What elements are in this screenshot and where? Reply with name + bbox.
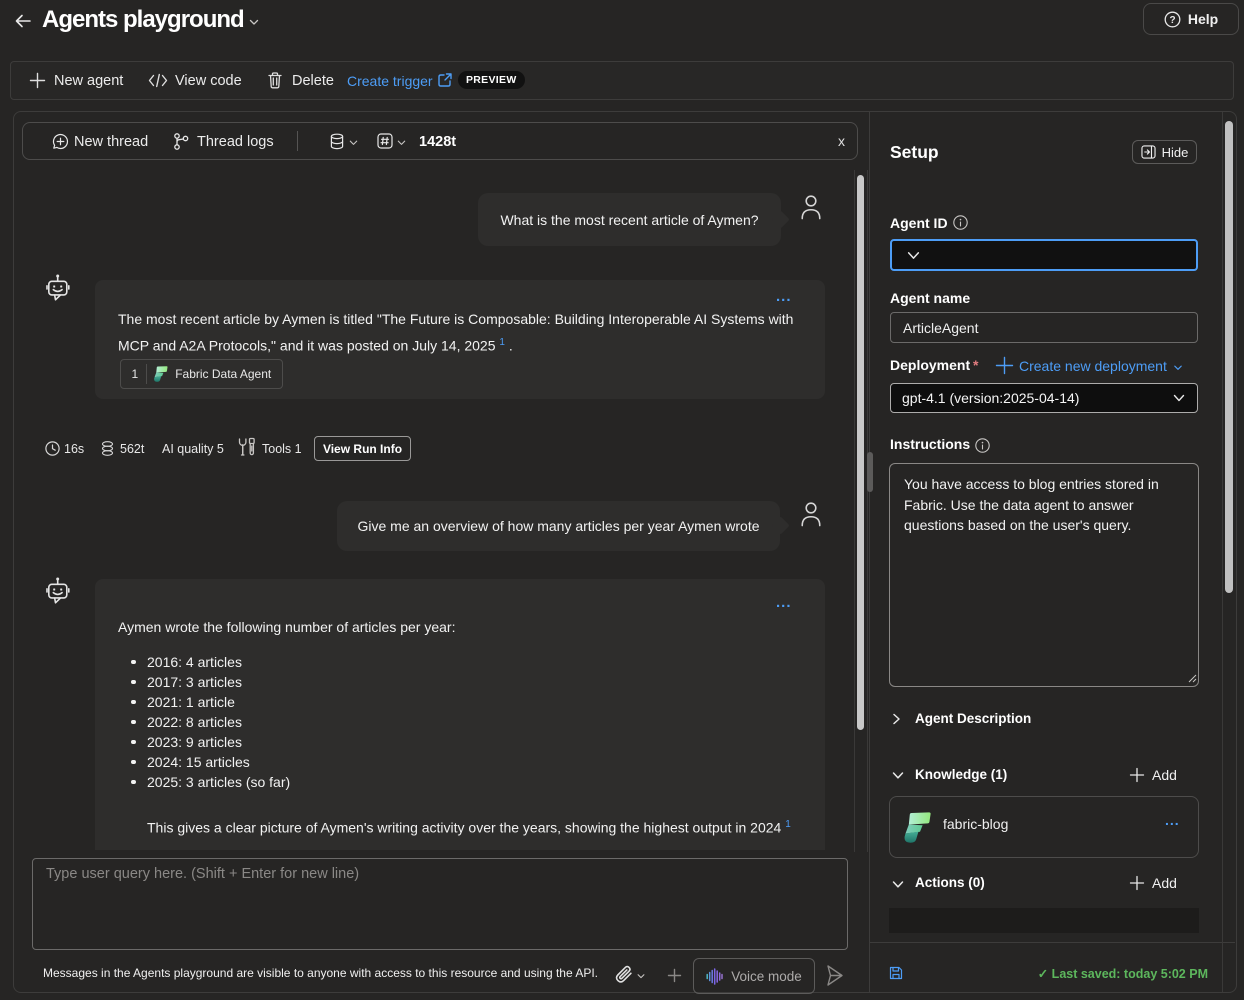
svg-text:?: ? xyxy=(1169,15,1175,26)
